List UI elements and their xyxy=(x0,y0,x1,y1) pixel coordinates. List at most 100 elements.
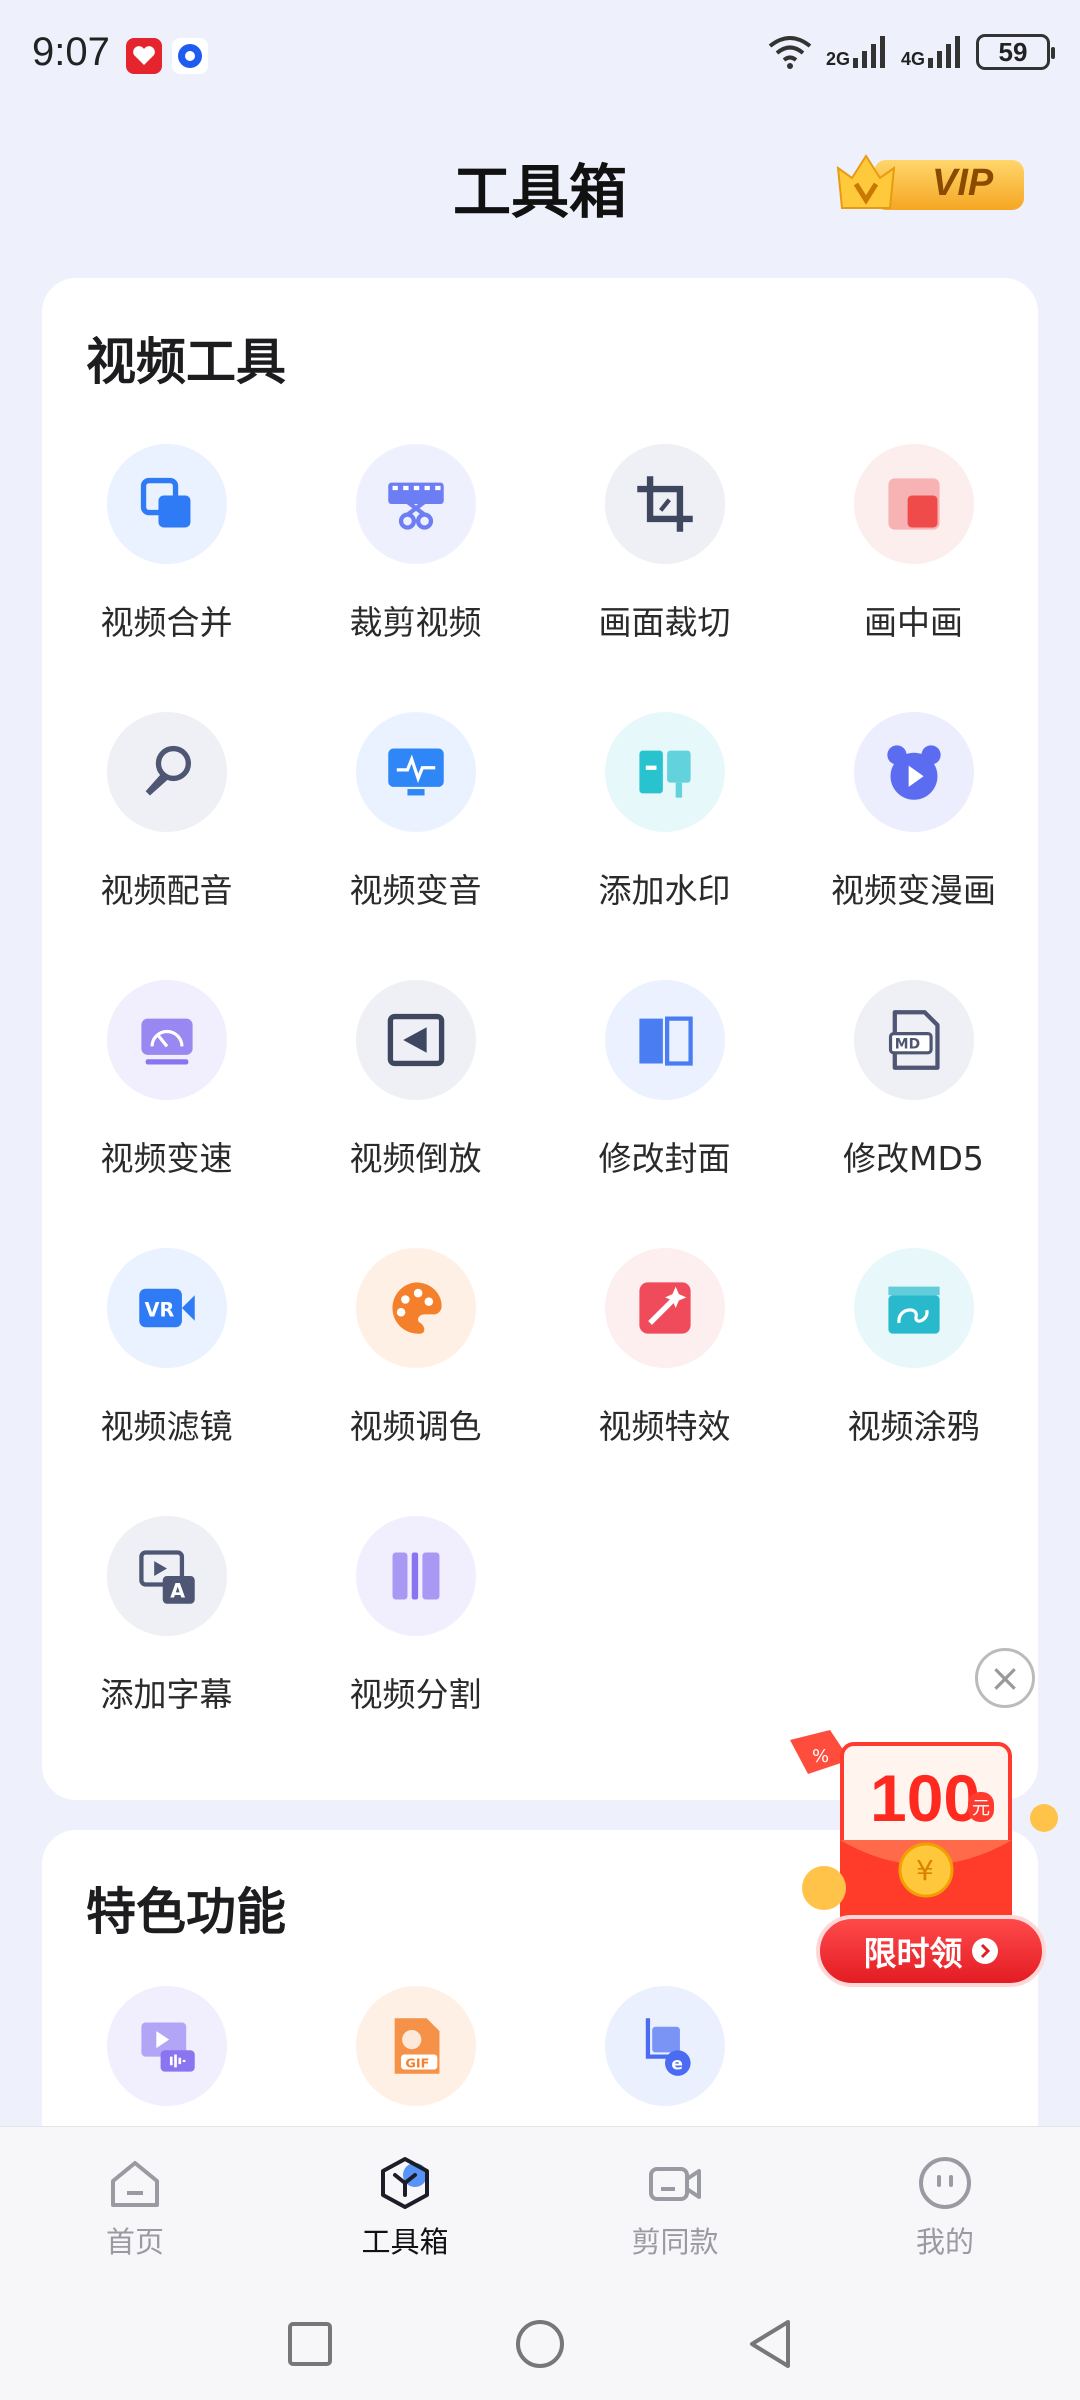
tool-icon-bubble xyxy=(107,712,227,832)
tool-item[interactable]: 视频分割 xyxy=(291,1490,540,1764)
video-tools-card: 视频工具 视频合并 裁剪视频 画面裁切 画中画视频配音 视频变音 添加水印 视频变漫画视频变… xyxy=(42,278,1038,1800)
gif-icon: GIF xyxy=(394,2018,440,2074)
video-audio-icon xyxy=(141,2022,195,2072)
network-type-label: 4G xyxy=(900,49,925,69)
toolbox-cube-icon xyxy=(381,2157,429,2209)
video-camera-icon xyxy=(649,2167,701,2201)
tool-icon-bubble xyxy=(356,1248,476,1368)
tool-icon-bubble: MD xyxy=(854,980,974,1100)
signal-icon xyxy=(852,36,885,68)
tool-icon-bubble: e xyxy=(605,1986,725,2106)
nav-profile[interactable]: 我的 xyxy=(810,2127,1080,2287)
svg-text:¥: ¥ xyxy=(916,1854,934,1887)
tool-label: 视频滤镜 xyxy=(100,1407,233,1446)
md5-file-icon: MD xyxy=(888,1010,940,1070)
tool-label: 修改MD5 xyxy=(843,1139,984,1178)
nav-toolbox[interactable]: 工具箱 xyxy=(270,2127,540,2287)
tool-icon-bubble xyxy=(356,1516,476,1636)
tool-item[interactable]: MD 修改MD5 xyxy=(789,954,1038,1228)
tool-icon-bubble xyxy=(605,980,725,1100)
tool-label: 视频特效 xyxy=(598,1407,731,1446)
tool-label: 视频变音 xyxy=(349,871,482,910)
tool-item[interactable]: 视频倒放 xyxy=(291,954,540,1228)
svg-text:MD: MD xyxy=(895,1037,920,1053)
vip-button[interactable]: VIP xyxy=(834,150,1030,216)
home-icon xyxy=(111,2161,159,2207)
status-bar: 9:07 2G 4G 59 xyxy=(0,0,1080,110)
recent-apps-icon[interactable] xyxy=(280,2314,340,2374)
svg-text:e: e xyxy=(671,2054,683,2074)
nav-templates[interactable]: 剪同款 xyxy=(540,2127,810,2287)
subtitle-icon: A xyxy=(139,1550,195,1604)
tool-item[interactable]: 视频调色 xyxy=(291,1222,540,1496)
tool-item[interactable]: 视频涂鸦 xyxy=(789,1222,1038,1496)
tool-label: 视频调色 xyxy=(349,1407,482,1446)
tool-label: 视频涂鸦 xyxy=(847,1407,980,1446)
status-icons: 2G 4G 59 xyxy=(768,34,1055,70)
palette-icon xyxy=(392,1282,442,1334)
image-edit-icon: e xyxy=(645,2018,691,2076)
tool-icon-bubble xyxy=(854,1248,974,1368)
tool-item[interactable]: 添加水印 xyxy=(540,686,789,960)
battery-indicator: 59 xyxy=(976,34,1055,70)
home-circle-icon[interactable] xyxy=(510,2314,570,2374)
tool-icon-bubble xyxy=(356,980,476,1100)
nav-label: 工具箱 xyxy=(361,2225,449,2259)
tool-icon-bubble: A xyxy=(107,1516,227,1636)
tool-label: 视频配音 xyxy=(100,871,233,910)
tool-label: 视频分割 xyxy=(349,1675,482,1714)
svg-text:%: % xyxy=(812,1746,829,1767)
reverse-play-icon xyxy=(387,1013,445,1067)
section-title: 视频工具 xyxy=(86,333,286,391)
film-scissors-icon xyxy=(388,482,444,530)
tool-icon-bubble xyxy=(605,712,725,832)
tool-icon-bubble xyxy=(605,444,725,564)
tool-item[interactable]: 修改封面 xyxy=(540,954,789,1228)
tool-item[interactable]: 视频合并 xyxy=(42,418,291,692)
tool-item[interactable]: 视频特效 xyxy=(540,1222,789,1496)
tool-icon-bubble: VR xyxy=(107,1248,227,1368)
tool-label: 画中画 xyxy=(864,603,963,642)
tool-label: 视频倒放 xyxy=(349,1139,482,1178)
tool-item[interactable]: 裁剪视频 xyxy=(291,418,540,692)
tool-label: 画面裁切 xyxy=(598,603,731,642)
promo-unit: 元 xyxy=(968,1792,994,1822)
claim-button[interactable]: 限时领 xyxy=(816,1915,1046,1987)
tool-icon-bubble: GIF xyxy=(356,1986,476,2106)
profile-face-icon xyxy=(919,2157,971,2209)
tool-label: 视频变速 xyxy=(100,1139,233,1178)
tool-icon-bubble xyxy=(854,712,974,832)
tool-icon-bubble xyxy=(356,444,476,564)
tool-item[interactable]: 画面裁切 xyxy=(540,418,789,692)
vip-label: VIP xyxy=(932,162,994,204)
tool-label: 修改封面 xyxy=(598,1139,731,1178)
tool-label: 添加字幕 xyxy=(100,1675,233,1714)
crop-icon xyxy=(637,476,693,532)
promo-amount: 100 xyxy=(870,1761,981,1835)
section-title: 特色功能 xyxy=(86,1883,286,1941)
tool-label: 视频变漫画 xyxy=(831,871,996,910)
nav-label: 首页 xyxy=(105,2225,164,2259)
vr-camera-icon: VR xyxy=(139,1288,195,1328)
tool-item[interactable]: 视频变音 xyxy=(291,686,540,960)
tool-item[interactable]: 视频变速 xyxy=(42,954,291,1228)
status-time: 9:07 xyxy=(32,30,110,74)
tool-item[interactable]: A 添加字幕 xyxy=(42,1490,291,1764)
tool-item[interactable]: 视频变漫画 xyxy=(789,686,1038,960)
close-promo-button[interactable]: × xyxy=(975,1648,1035,1708)
tool-item[interactable]: 画中画 xyxy=(789,418,1038,692)
tool-icon-bubble xyxy=(107,444,227,564)
magic-wand-icon xyxy=(639,1282,691,1334)
svg-text:A: A xyxy=(170,1579,185,1602)
back-triangle-icon[interactable] xyxy=(740,2314,800,2374)
svg-text:VR: VR xyxy=(145,1299,175,1322)
stamp-icon xyxy=(639,750,691,798)
picture-in-picture-icon xyxy=(888,478,940,530)
app-notification-icon xyxy=(126,38,162,74)
speedometer-icon xyxy=(141,1018,193,1065)
nav-home[interactable]: 首页 xyxy=(0,2127,270,2287)
claim-label: 限时领 xyxy=(863,1934,963,1973)
tool-item[interactable]: VR 视频滤镜 xyxy=(42,1222,291,1496)
tool-item[interactable]: 视频配音 xyxy=(42,686,291,960)
tool-icon-bubble xyxy=(854,444,974,564)
